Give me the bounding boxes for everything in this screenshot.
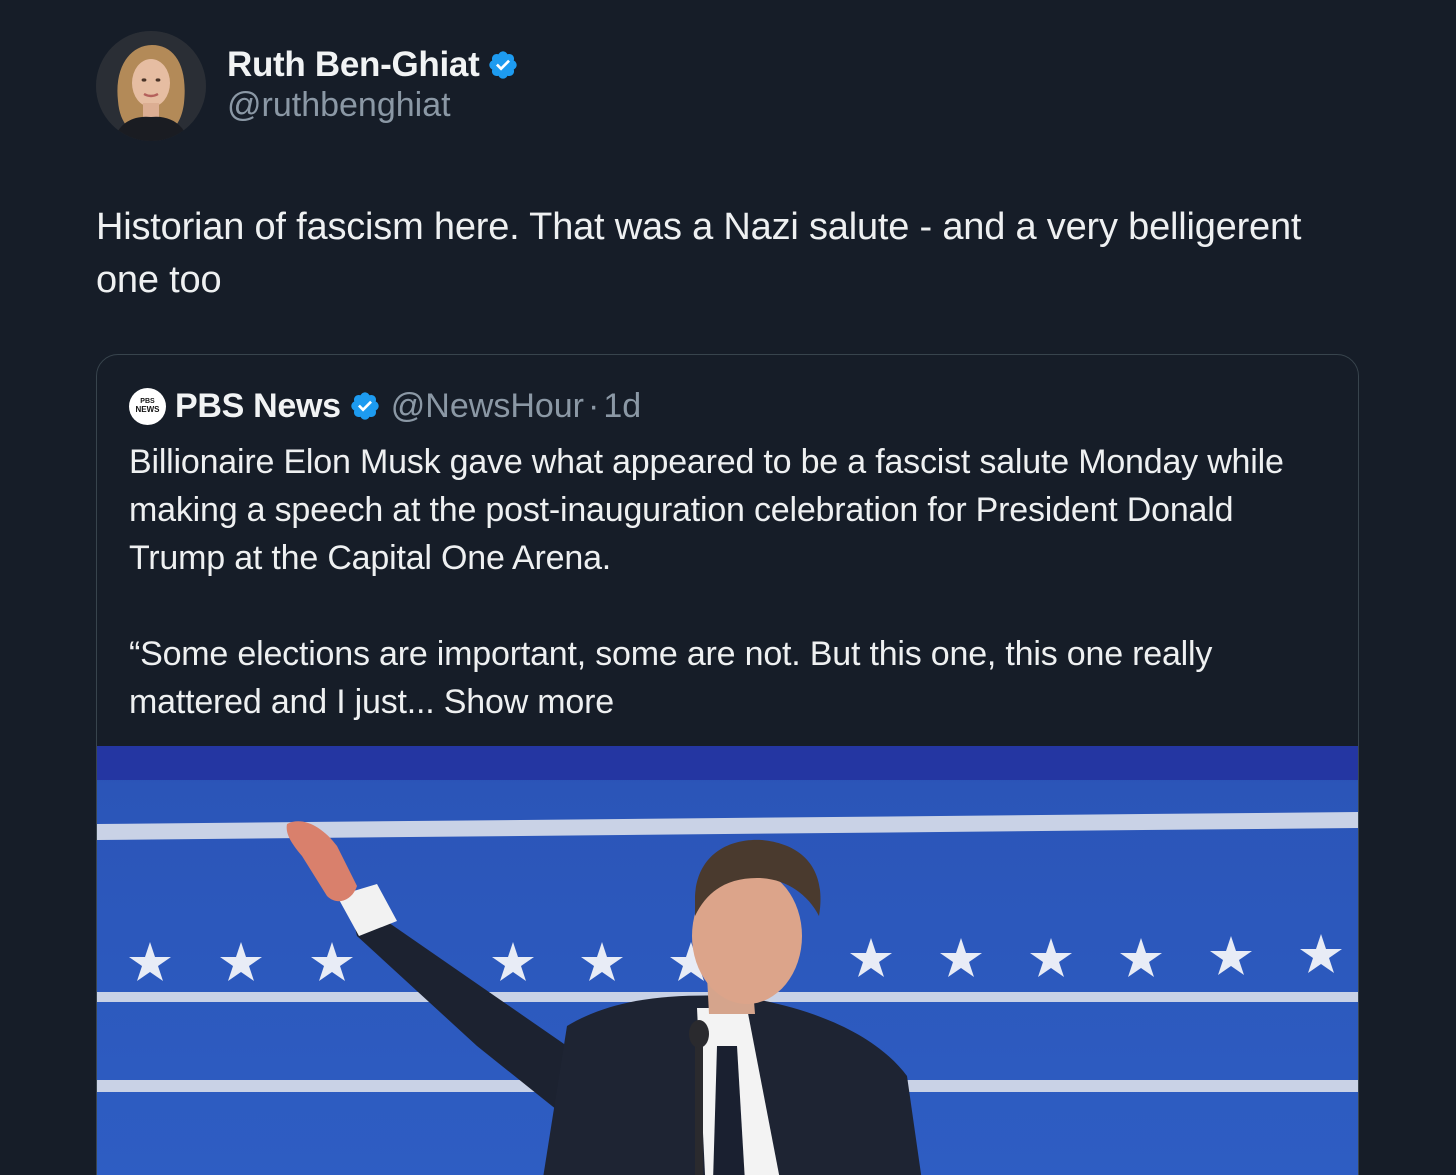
author-handle[interactable]: @ruthbenghiat (227, 86, 451, 125)
avatar-photo (96, 31, 206, 141)
separator-dot: · (588, 386, 600, 425)
quoted-tweet-card[interactable]: PBS NEWS PBS News @NewsHour · 1d Billion… (96, 354, 1359, 1175)
verified-badge-icon (489, 51, 518, 79)
event-photo (97, 746, 1358, 1175)
quoted-tweet-paragraph-1: Billionaire Elon Musk gave what appeared… (129, 443, 1284, 577)
show-more-link[interactable]: Show more (444, 683, 614, 721)
tweet-screenshot: Ruth Ben-Ghiat @ruthbenghiat Historian o… (0, 0, 1456, 1175)
author-name[interactable]: Ruth Ben-Ghiat (227, 45, 480, 85)
verified-badge-icon (351, 392, 379, 420)
pbs-logo-text-bottom: NEWS (135, 405, 160, 414)
author-name-row[interactable]: Ruth Ben-Ghiat (227, 44, 519, 86)
quoted-tweet-time[interactable]: 1d (603, 387, 641, 426)
quoted-tweet-header: PBS NEWS PBS News @NewsHour · 1d (129, 385, 641, 427)
quoted-tweet-paragraph-2: “Some elections are important, some are … (129, 630, 1329, 726)
pbs-news-logo-icon[interactable]: PBS NEWS (129, 387, 166, 425)
quoted-author-name[interactable]: PBS News (175, 387, 341, 426)
quoted-tweet-paragraph-2-text: “Some elections are important, some are … (129, 635, 1213, 721)
quoted-author-handle[interactable]: @NewsHour (391, 387, 584, 426)
tweet-text: Historian of fascism here. That was a Na… (96, 206, 1302, 301)
quoted-tweet-media-image[interactable] (97, 746, 1358, 1175)
author-avatar[interactable] (96, 31, 206, 141)
